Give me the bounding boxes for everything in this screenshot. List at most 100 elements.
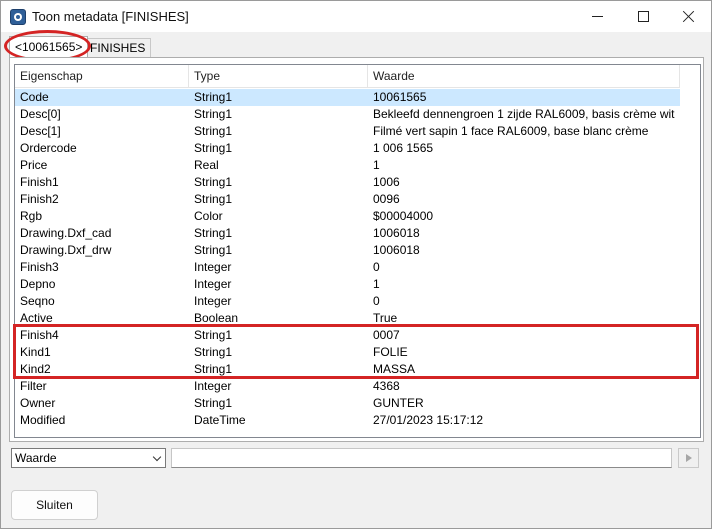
- type-cell: Color: [194, 209, 223, 223]
- table-row[interactable]: Rgb Color $00004000: [15, 208, 680, 225]
- table-row[interactable]: Active Boolean True: [15, 310, 680, 327]
- property-cell: Seqno: [20, 294, 55, 308]
- table-row[interactable]: Finish1 String1 1006: [15, 174, 680, 191]
- column-header-type[interactable]: Type: [189, 65, 368, 88]
- property-cell: Drawing.Dxf_drw: [20, 243, 112, 257]
- value-cell: 27/01/2023 15:17:12: [373, 413, 484, 427]
- table-row[interactable]: Price Real 1: [15, 157, 680, 174]
- value-cell: 1 006 1565: [373, 141, 434, 155]
- property-cell: Code: [20, 90, 49, 104]
- chevron-down-icon: [152, 452, 162, 462]
- type-cell: Integer: [194, 379, 232, 393]
- type-cell: String1: [194, 192, 233, 206]
- value-cell: Filmé vert sapin 1 face RAL6009, base bl…: [373, 124, 649, 138]
- list-header: Eigenschap Type Waarde: [15, 65, 680, 88]
- column-header-property[interactable]: Eigenschap: [15, 65, 189, 88]
- maximize-button[interactable]: [620, 1, 666, 32]
- value-cell: MASSA: [373, 362, 416, 376]
- table-row[interactable]: Owner String1 GUNTER: [15, 395, 680, 412]
- maximize-icon: [637, 11, 649, 22]
- value-cell: Bekleefd dennengroen 1 zijde RAL6009, ba…: [373, 107, 675, 121]
- value-cell: GUNTER: [373, 396, 424, 410]
- property-cell: Desc[0]: [20, 107, 61, 121]
- table-row[interactable]: Kind2 String1 MASSA: [15, 361, 680, 378]
- property-cell: Ordercode: [20, 141, 77, 155]
- value-cell: 1006: [373, 175, 400, 189]
- value-cell: 1: [373, 158, 380, 172]
- type-cell: String1: [194, 124, 233, 138]
- type-cell: String1: [194, 107, 233, 121]
- table-row[interactable]: Code String1 10061565: [15, 89, 680, 106]
- type-cell: String1: [194, 345, 233, 359]
- play-icon: [685, 454, 692, 462]
- close-window-button[interactable]: [665, 1, 711, 32]
- value-cell: 1: [373, 277, 380, 291]
- type-cell: String1: [194, 396, 233, 410]
- table-row[interactable]: Finish2 String1 0096: [15, 191, 680, 208]
- property-cell: Finish1: [20, 175, 59, 189]
- table-row[interactable]: Ordercode String1 1 006 1565: [15, 140, 680, 157]
- table-row[interactable]: Kind1 String1 FOLIE: [15, 344, 680, 361]
- type-cell: Boolean: [194, 311, 239, 325]
- type-cell: DateTime: [194, 413, 246, 427]
- apply-filter-button[interactable]: [678, 448, 699, 468]
- value-cell: 0007: [373, 328, 400, 342]
- value-cell: 4368: [373, 379, 400, 393]
- property-cell: Rgb: [20, 209, 43, 223]
- table-row[interactable]: Depno Integer 1: [15, 276, 680, 293]
- property-cell: Desc[1]: [20, 124, 61, 138]
- property-cell: Finish4: [20, 328, 59, 342]
- table-row[interactable]: Finish3 Integer 0: [15, 259, 680, 276]
- metadata-window: Toon metadata [FINISHES] FINISHES <10061…: [0, 0, 712, 529]
- value-cell: $00004000: [373, 209, 434, 223]
- property-cell: Finish2: [20, 192, 59, 206]
- filter-input[interactable]: [171, 448, 672, 468]
- table-row[interactable]: Filter Integer 4368: [15, 378, 680, 395]
- table-row[interactable]: Desc[1] String1 Filmé vert sapin 1 face RA…: [15, 123, 680, 140]
- title-bar: Toon metadata [FINISHES]: [1, 1, 711, 32]
- tab-item-code[interactable]: <10061565>: [9, 36, 89, 58]
- column-select[interactable]: Waarde: [11, 448, 166, 468]
- value-cell: FOLIE: [373, 345, 408, 359]
- list-rows: Code String1 10061565 Desc[0] String1 Bekleef…: [15, 89, 680, 429]
- value-cell: 0: [373, 294, 380, 308]
- app-icon: [10, 9, 26, 25]
- property-cell: Depno: [20, 277, 56, 291]
- value-cell: 10061565: [373, 90, 427, 104]
- table-row[interactable]: Desc[0] String1 Bekleefd dennengroen 1 zij…: [15, 106, 680, 123]
- value-cell: True: [373, 311, 398, 325]
- table-row[interactable]: Seqno Integer 0: [15, 293, 680, 310]
- type-cell: String1: [194, 226, 233, 240]
- value-cell: 0: [373, 260, 380, 274]
- type-cell: String1: [194, 362, 233, 376]
- type-cell: Integer: [194, 277, 232, 291]
- close-button[interactable]: Sluiten: [11, 490, 98, 520]
- type-cell: String1: [194, 328, 233, 342]
- minimize-icon: [591, 16, 603, 17]
- tab-panel: Eigenschap Type Waarde Code String1 100615…: [9, 57, 704, 442]
- tab-finishes[interactable]: FINISHES: [84, 38, 152, 58]
- property-cell: Finish3: [20, 260, 59, 274]
- property-cell: Active: [20, 311, 53, 325]
- property-cell: Kind2: [20, 362, 51, 376]
- column-select-value: Waarde: [15, 451, 57, 465]
- type-cell: String1: [194, 243, 233, 257]
- property-cell: Filter: [20, 379, 47, 393]
- column-header-value[interactable]: Waarde: [368, 65, 680, 88]
- value-cell: 1006018: [373, 243, 420, 257]
- type-cell: Integer: [194, 294, 232, 308]
- property-cell: Kind1: [20, 345, 51, 359]
- minimize-button[interactable]: [574, 1, 620, 32]
- value-cell: 1006018: [373, 226, 420, 240]
- property-cell: Drawing.Dxf_cad: [20, 226, 112, 240]
- table-row[interactable]: Drawing.Dxf_cad String1 1006018: [15, 225, 680, 242]
- table-row[interactable]: Drawing.Dxf_drw String1 1006018: [15, 242, 680, 259]
- property-cell: Price: [20, 158, 48, 172]
- type-cell: Real: [194, 158, 219, 172]
- property-cell: Modified: [20, 413, 66, 427]
- table-row[interactable]: Finish4 String1 0007: [15, 327, 680, 344]
- close-icon: [682, 10, 695, 23]
- type-cell: String1: [194, 175, 233, 189]
- table-row[interactable]: Modified DateTime 27/01/2023 15:17:12: [15, 412, 680, 429]
- property-list[interactable]: Eigenschap Type Waarde Code String1 100615…: [14, 64, 701, 438]
